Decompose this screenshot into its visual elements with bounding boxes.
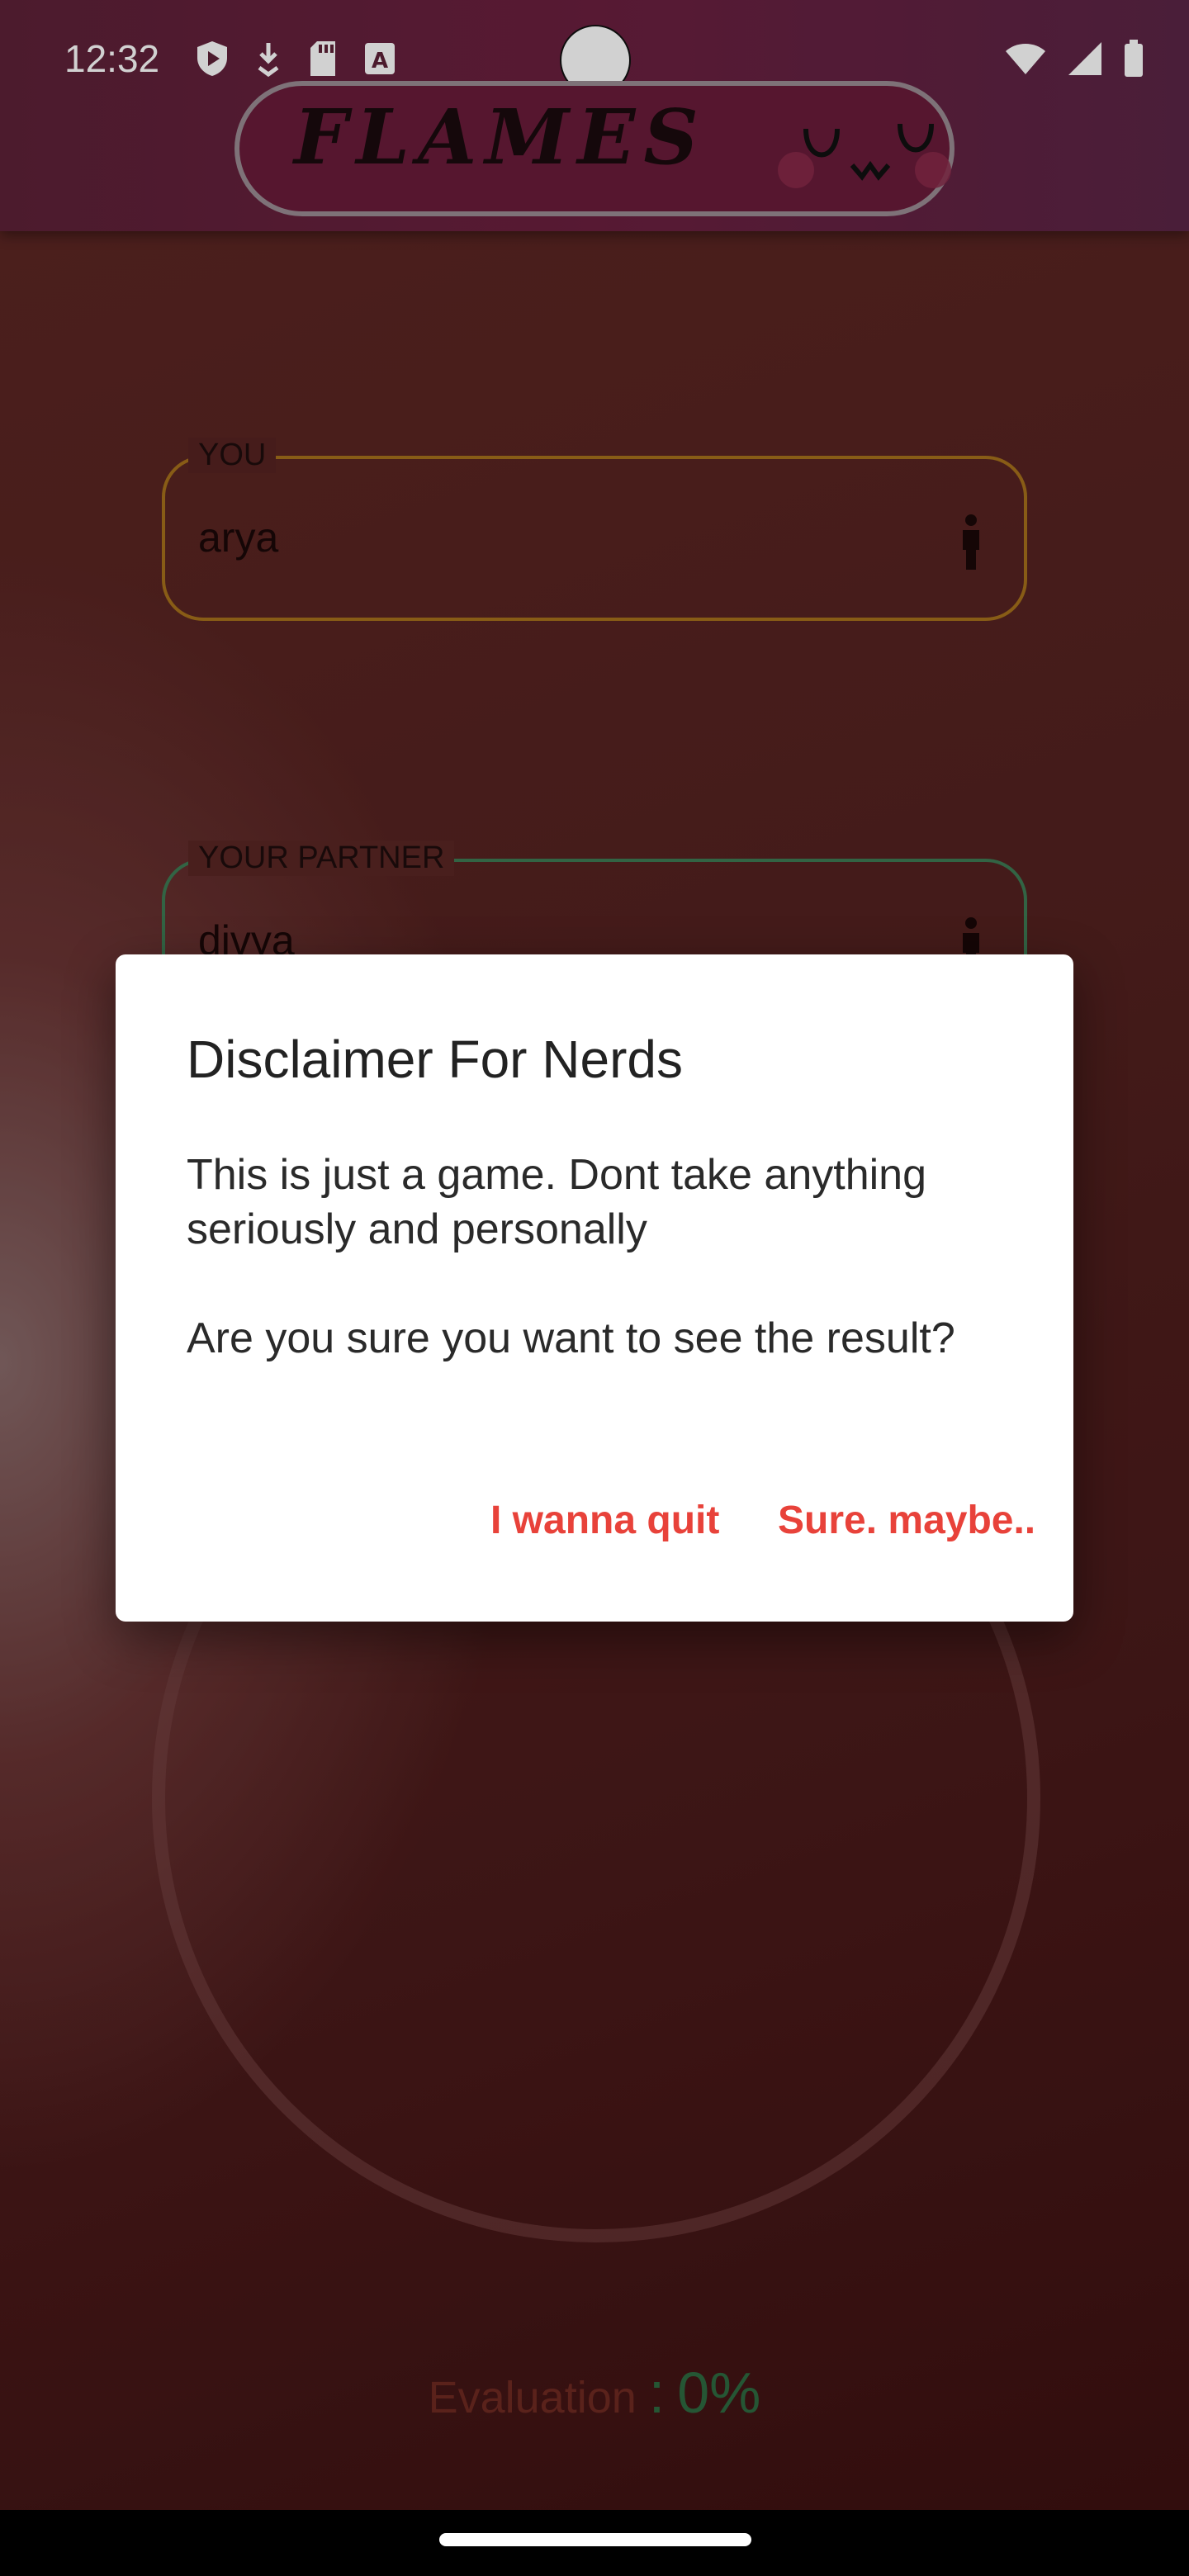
home-gesture-handle[interactable] bbox=[439, 2533, 751, 2546]
dialog-title: Disclaimer For Nerds bbox=[187, 1030, 683, 1089]
dialog-message: This is just a game. Dont take anything … bbox=[187, 1151, 955, 1362]
app-screen: 12:32 A FLAMES YOU arya YOUR PARTNER div… bbox=[0, 0, 1189, 2576]
disclaimer-dialog: Disclaimer For Nerds This is just a game… bbox=[116, 954, 1073, 1622]
confirm-button[interactable]: Sure. maybe.. bbox=[778, 1498, 1035, 1543]
quit-button[interactable]: I wanna quit bbox=[490, 1498, 719, 1543]
